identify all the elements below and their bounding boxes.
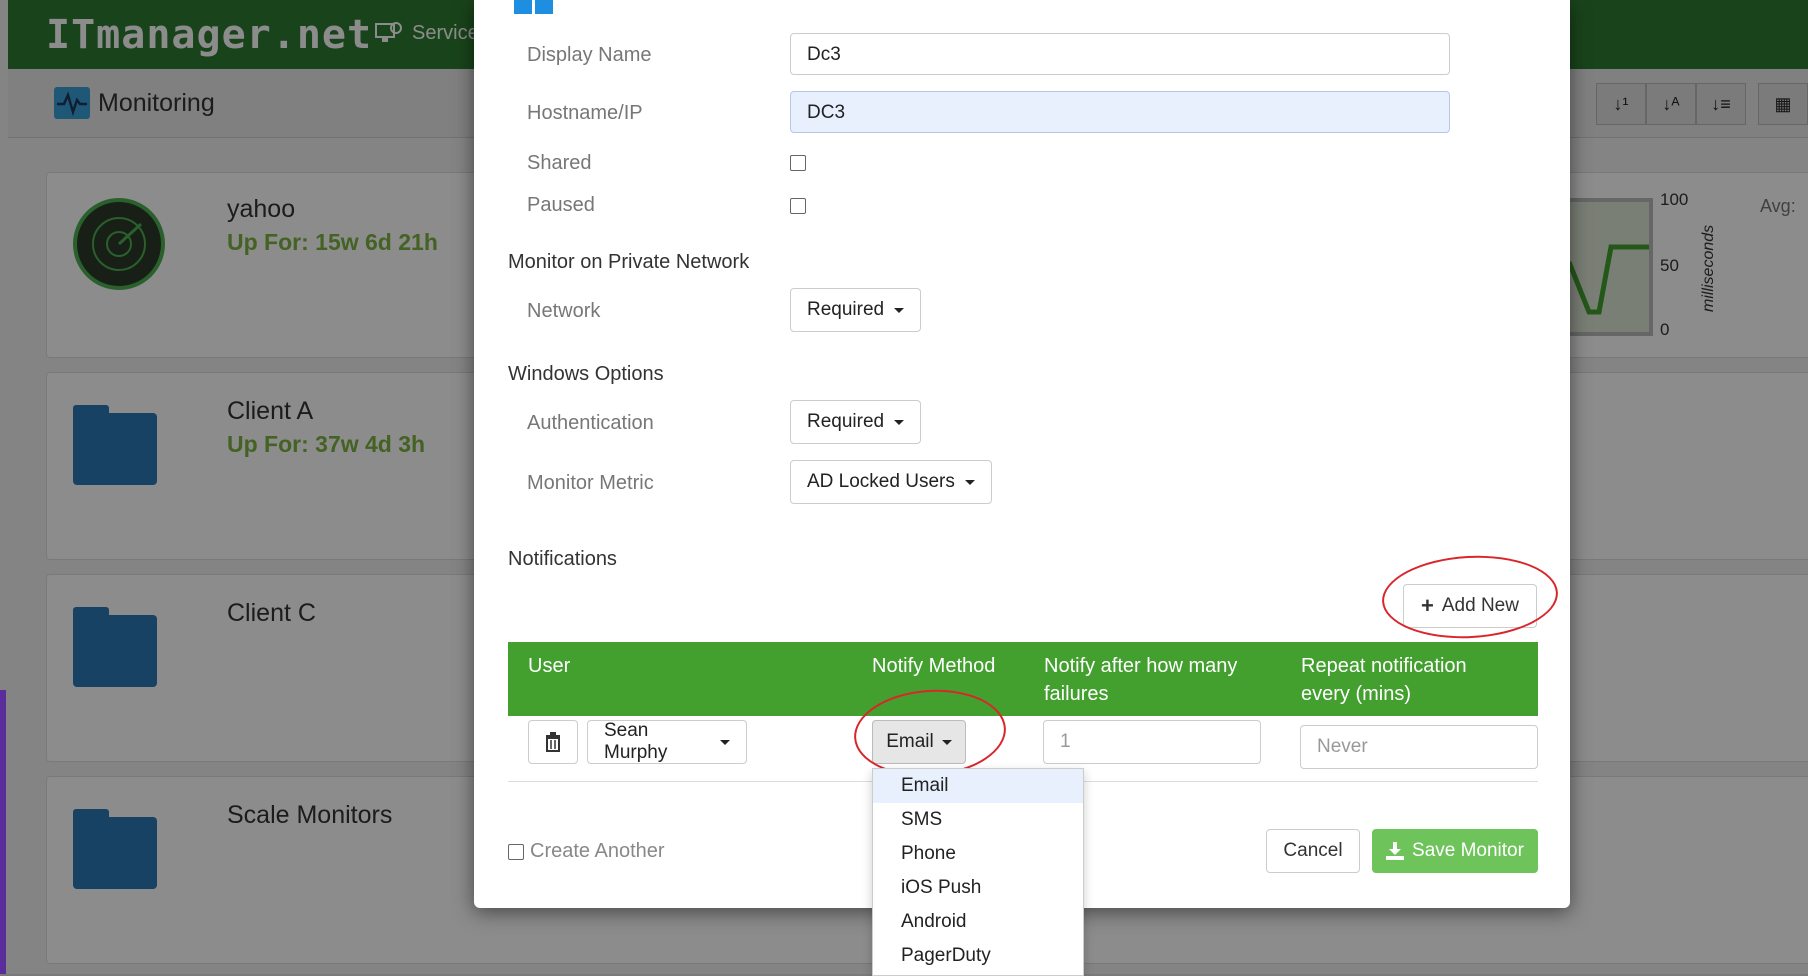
create-another-label: Create Another: [530, 840, 665, 862]
shared-label: Shared: [527, 152, 592, 174]
caret-down-icon: [720, 739, 730, 745]
trash-icon: [546, 732, 560, 752]
create-another-checkbox[interactable]: [508, 843, 524, 860]
save-monitor-button[interactable]: Save Monitor: [1372, 829, 1538, 873]
user-dropdown-value: Sean Murphy: [604, 720, 668, 763]
windows-options-section-title: Windows Options: [508, 363, 664, 385]
delete-row-button[interactable]: [528, 720, 578, 764]
network-label: Network: [527, 300, 601, 322]
hostname-input[interactable]: DC3: [790, 91, 1450, 133]
monitor-metric-label: Monitor Metric: [527, 472, 654, 494]
repeat-input[interactable]: Never: [1300, 725, 1538, 769]
monitor-metric-value: AD Locked Users: [807, 471, 955, 492]
authentication-label: Authentication: [527, 412, 654, 434]
paused-label: Paused: [527, 194, 595, 216]
display-name-label: Display Name: [527, 44, 652, 66]
network-dropdown-value: Required: [807, 299, 885, 320]
network-dropdown[interactable]: Required: [790, 288, 922, 332]
windows-logo-icon: [514, 0, 554, 14]
caret-down-icon: [964, 479, 975, 485]
edit-monitor-modal: Display Name Dc3 Hostname/IP DC3 Shared …: [474, 0, 1570, 976]
column-header-repeat: Repeat notification every (mins): [1301, 655, 1467, 705]
paused-checkbox[interactable]: [790, 198, 806, 214]
private-network-section-title: Monitor on Private Network: [508, 251, 750, 273]
create-another-option[interactable]: Create Another: [508, 840, 665, 863]
menu-item-pagerduty[interactable]: PagerDuty: [873, 939, 1083, 973]
caret-down-icon: [894, 307, 905, 313]
menu-item-ios-push[interactable]: iOS Push: [873, 871, 1083, 905]
display-name-input[interactable]: Dc3: [790, 33, 1450, 75]
notifications-section-title: Notifications: [508, 548, 617, 570]
column-header-failures: Notify after how many failures: [1044, 655, 1238, 705]
window-edge: [0, 690, 6, 974]
hostname-label: Hostname/IP: [527, 102, 643, 124]
failures-input[interactable]: 1: [1043, 720, 1261, 764]
monitor-metric-dropdown[interactable]: AD Locked Users: [790, 460, 992, 504]
save-monitor-label: Save Monitor: [1412, 840, 1524, 861]
menu-item-phone[interactable]: Phone: [873, 837, 1083, 871]
menu-item-sms[interactable]: SMS: [873, 803, 1083, 837]
annotation-circle: [1379, 551, 1561, 643]
menu-item-android[interactable]: Android: [873, 905, 1083, 939]
column-header-user: User: [528, 655, 571, 677]
cancel-button[interactable]: Cancel: [1266, 829, 1360, 873]
user-dropdown[interactable]: Sean Murphy: [587, 720, 747, 764]
column-header-notify-method: Notify Method: [872, 655, 996, 677]
shared-checkbox[interactable]: [790, 155, 806, 171]
notify-method-menu: Email SMS Phone iOS Push Android PagerDu…: [872, 768, 1084, 976]
notifications-table-header: User Notify Method Notify after how many…: [508, 642, 1538, 716]
authentication-dropdown-value: Required: [807, 411, 885, 432]
authentication-dropdown[interactable]: Required: [790, 400, 922, 444]
caret-down-icon: [894, 419, 905, 425]
menu-item-email[interactable]: Email: [873, 769, 1083, 803]
download-icon: [1386, 842, 1405, 860]
